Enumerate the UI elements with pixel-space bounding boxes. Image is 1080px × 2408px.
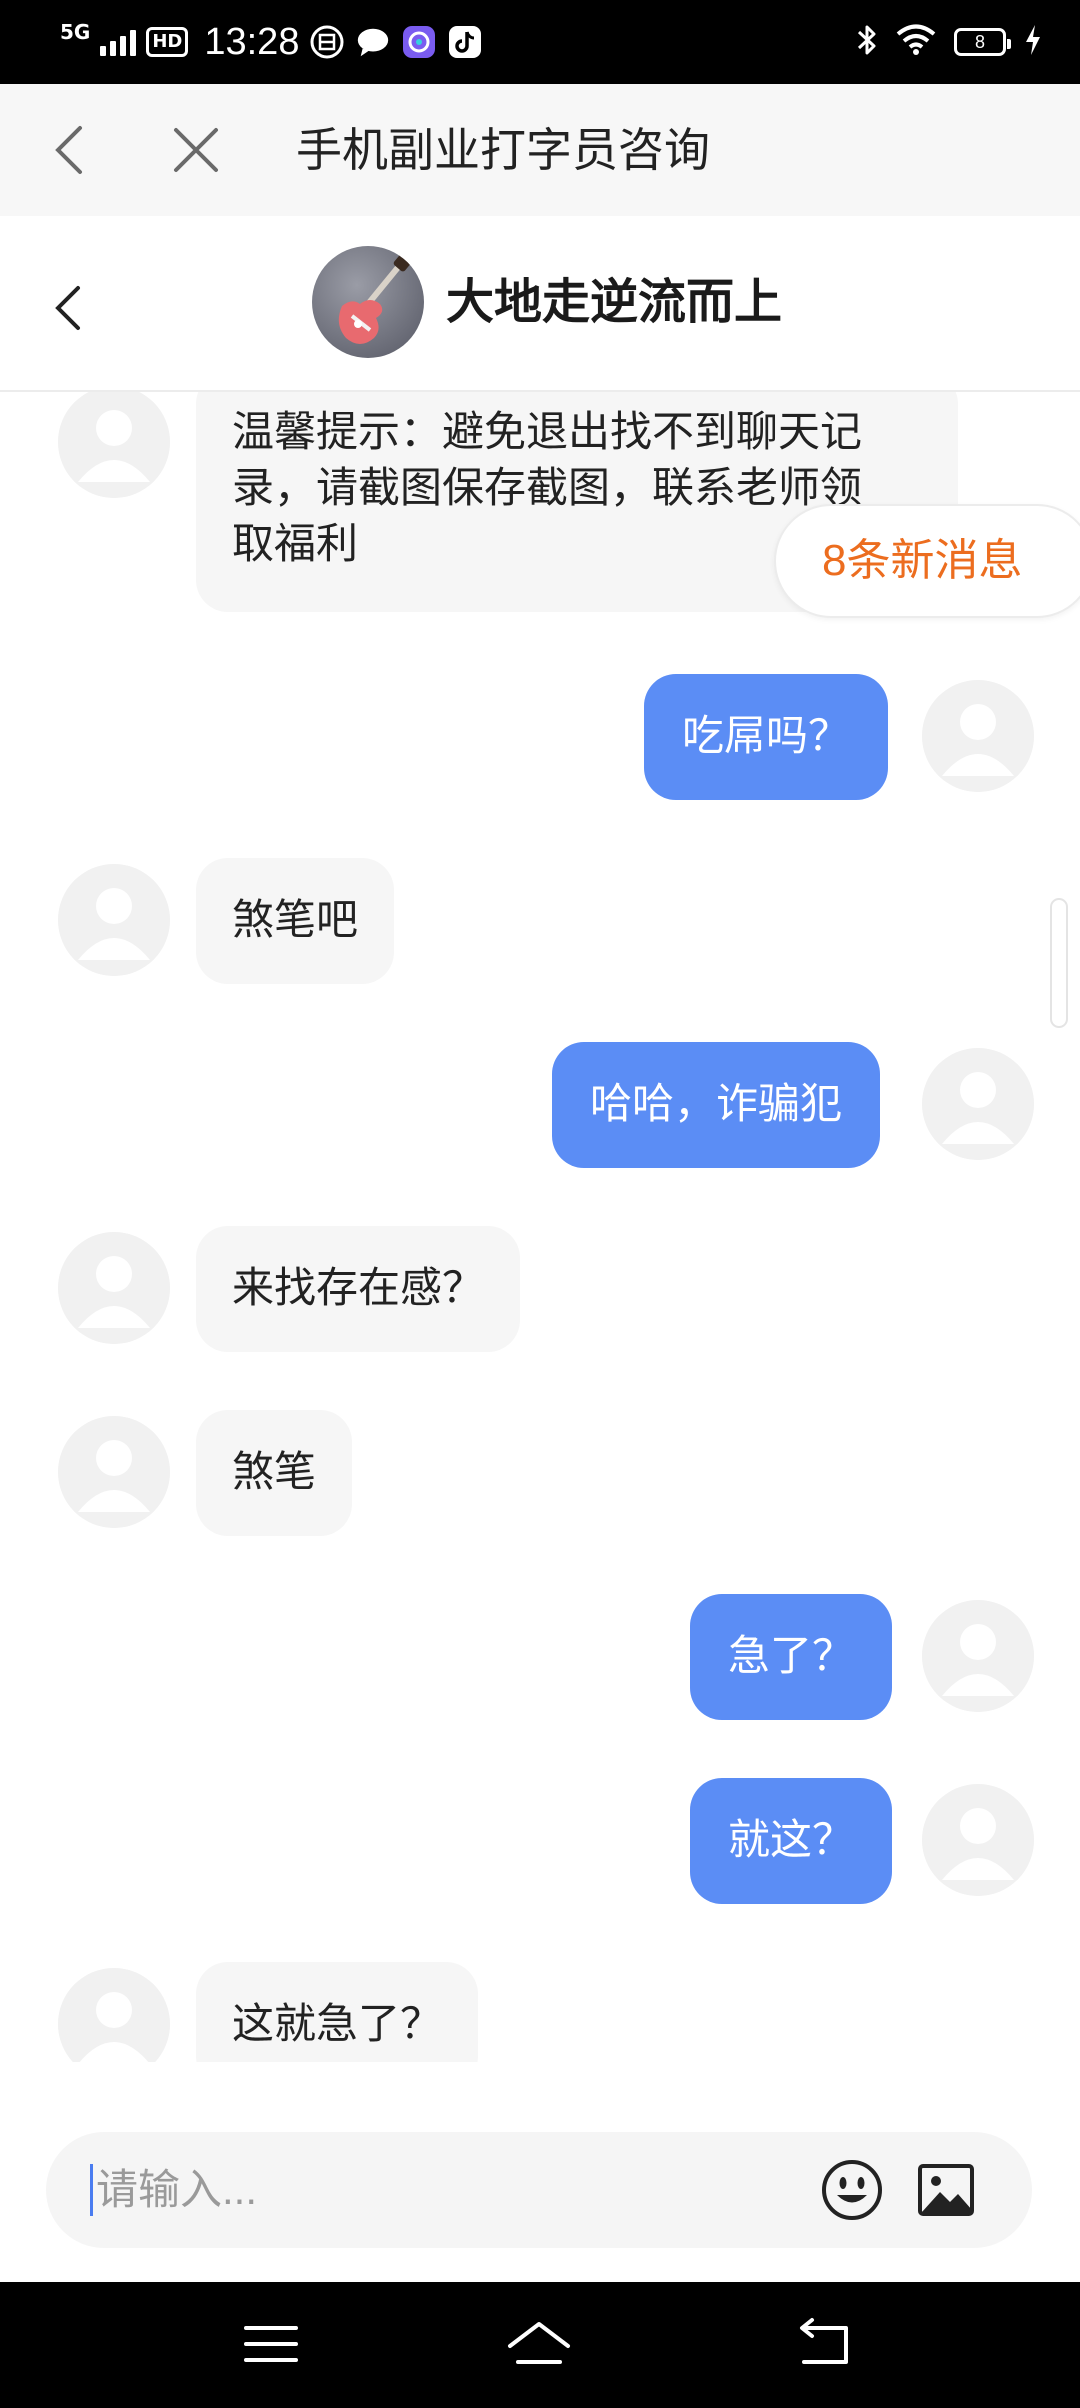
message-input[interactable]: 请输入... — [96, 2132, 257, 2248]
sender-avatar[interactable] — [58, 392, 170, 498]
wifi-icon — [896, 24, 936, 60]
new-messages-button[interactable]: 8条新消息 — [774, 504, 1080, 618]
tiktok-icon — [447, 24, 483, 60]
message-bubble-outgoing: 就这？ — [690, 1778, 893, 1904]
sender-avatar[interactable] — [58, 1416, 170, 1528]
my-avatar[interactable] — [922, 680, 1034, 792]
hd-badge: HD — [146, 27, 189, 57]
browser-back-button[interactable] — [44, 120, 104, 180]
status-time: 13:28 — [204, 20, 300, 63]
image-icon — [918, 2164, 974, 2216]
user-avatar-icon — [922, 1600, 1034, 1712]
message-input-bar[interactable]: 请输入... — [46, 2132, 1032, 2248]
signal-icon — [100, 28, 137, 56]
chevron-left-icon — [55, 286, 80, 330]
battery-icon: 8 — [954, 28, 1011, 56]
image-button[interactable] — [914, 2158, 978, 2222]
message-bubble-incoming: 这就急了？ — [196, 1962, 479, 2062]
status-bar: 5G HD 13:28 8 — [0, 0, 1080, 84]
sender-avatar[interactable] — [58, 1968, 170, 2062]
my-avatar[interactable] — [922, 1048, 1034, 1160]
message-list[interactable]: 温馨提示：避免退出找不到聊天记 录，请截图保存截图，联系老师领 取福利 吃屌吗？… — [0, 392, 1080, 2062]
message-bubble-outgoing: 哈哈，诈骗犯 — [552, 1042, 881, 1168]
user-avatar-icon — [58, 864, 170, 976]
chat-header: 大地走逆流而上 — [0, 216, 1080, 392]
user-avatar-icon — [922, 680, 1034, 792]
contact-avatar[interactable] — [312, 246, 424, 358]
app-notification-icon — [309, 24, 345, 60]
message-notification-icon — [355, 24, 391, 60]
status-bar-right: 8 — [856, 16, 1042, 68]
message-bubble-incoming: 煞笔吧 — [196, 858, 395, 984]
message-bubble-incoming: 煞笔 — [196, 1410, 353, 1536]
back-button[interactable] — [790, 2312, 860, 2376]
emoji-button[interactable] — [820, 2158, 884, 2222]
network-type: 5G — [60, 20, 91, 44]
system-nav-bar — [0, 2282, 1080, 2408]
page-title: 手机副业打字员咨询 — [296, 124, 710, 176]
menu-button[interactable] — [236, 2312, 306, 2376]
user-avatar-icon — [58, 1968, 170, 2062]
status-bar-left: 5G HD 13:28 — [60, 16, 483, 68]
scrollbar-thumb[interactable] — [1050, 898, 1068, 1028]
message-bubble-outgoing: 吃屌吗？ — [644, 674, 889, 800]
camera-app-icon — [401, 24, 437, 60]
user-avatar-icon — [58, 1232, 170, 1344]
message-text-line: 温馨提示：避免退出找不到聊天记 — [232, 408, 863, 455]
my-avatar[interactable] — [922, 1784, 1034, 1896]
browser-header: 手机副业打字员咨询 — [0, 84, 1080, 216]
user-avatar-icon — [922, 1784, 1034, 1896]
home-button[interactable] — [504, 2312, 574, 2376]
my-avatar[interactable] — [922, 1600, 1034, 1712]
sender-avatar[interactable] — [58, 1232, 170, 1344]
sender-avatar[interactable] — [58, 864, 170, 976]
user-avatar-icon — [922, 1048, 1034, 1160]
browser-close-button[interactable] — [166, 120, 226, 180]
charging-icon — [1024, 24, 1042, 60]
user-avatar-icon — [58, 1416, 170, 1528]
back-icon — [800, 2318, 848, 2364]
chat-back-button[interactable] — [44, 276, 94, 336]
user-avatar-icon — [58, 392, 170, 498]
emoji-icon — [822, 2160, 882, 2220]
text-caret — [90, 2164, 93, 2216]
close-icon — [174, 128, 218, 172]
bluetooth-icon — [856, 22, 878, 62]
message-bubble-outgoing: 急了？ — [690, 1594, 893, 1720]
contact-name: 大地走逆流而上 — [446, 276, 783, 329]
home-icon — [508, 2322, 570, 2364]
chevron-left-icon — [55, 126, 82, 174]
message-bubble-incoming: 来找存在感？ — [196, 1226, 521, 1352]
guitar-avatar-image — [338, 252, 413, 344]
menu-icon — [244, 2326, 298, 2362]
